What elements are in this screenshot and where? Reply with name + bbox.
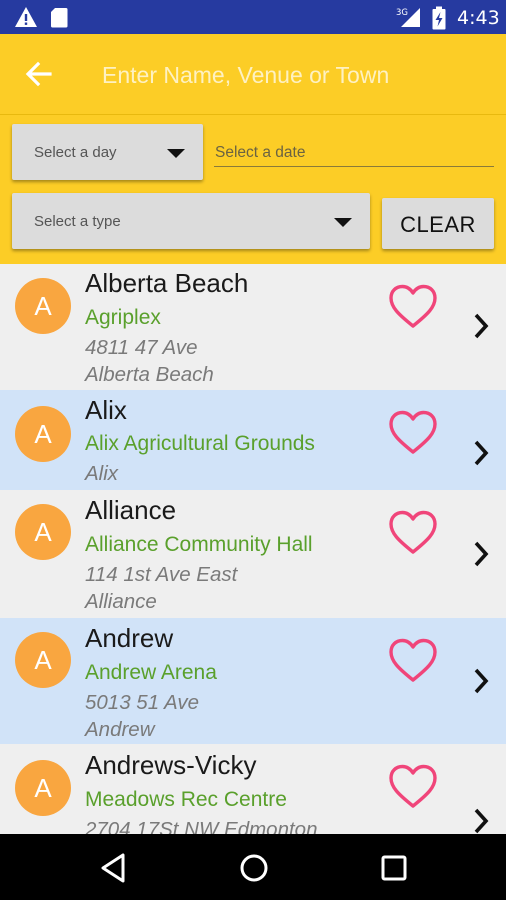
venue-name: Meadows Rec Centre (85, 788, 287, 811)
back-triangle-icon[interactable] (97, 851, 131, 885)
locality: Alberta Beach (85, 363, 214, 386)
venue-list: A Alberta Beach Agriplex 4811 47 Ave Alb… (0, 264, 506, 834)
clear-button-label: CLEAR (400, 212, 476, 237)
app-bar (0, 34, 506, 114)
chevron-right-icon[interactable] (470, 806, 492, 834)
chevron-right-icon[interactable] (470, 438, 492, 468)
cell-signal-icon: 3G (396, 8, 420, 27)
type-select-label: Select a type (34, 213, 121, 230)
dropdown-arrow-icon (167, 149, 185, 158)
town-name: Alliance (85, 495, 177, 525)
chevron-right-icon[interactable] (470, 666, 492, 696)
venue-name: Alliance Community Hall (85, 533, 313, 556)
date-field[interactable]: Select a date (214, 137, 494, 167)
favorite-heart-icon[interactable] (388, 638, 438, 684)
filter-panel: Select a day Select a date Select a type… (0, 114, 506, 264)
warning-icon (15, 7, 37, 27)
address: 4811 47 Ave (85, 336, 198, 359)
avatar: A (15, 406, 71, 462)
favorite-heart-icon[interactable] (388, 510, 438, 556)
search-input[interactable] (102, 56, 492, 94)
list-item[interactable]: A Alix Alix Agricultural Grounds Alix (0, 390, 506, 490)
network-type: 3G (396, 8, 408, 18)
avatar: A (15, 504, 71, 560)
locality: Alliance (85, 590, 157, 613)
date-field-placeholder: Select a date (215, 144, 306, 161)
list-item[interactable]: A Andrews-Vicky Meadows Rec Centre 2704 … (0, 744, 506, 834)
sd-card-icon (51, 8, 68, 28)
town-name: Andrew (85, 623, 174, 653)
list-item[interactable]: A Alberta Beach Agriplex 4811 47 Ave Alb… (0, 264, 506, 390)
day-select-label: Select a day (34, 144, 117, 161)
town-name: Alix (85, 395, 127, 425)
venue-name: Agriplex (85, 306, 161, 329)
chevron-right-icon[interactable] (470, 311, 492, 341)
day-select[interactable]: Select a day (12, 124, 203, 180)
venue-name: Alix Agricultural Grounds (85, 432, 315, 455)
list-item[interactable]: A Andrew Andrew Arena 5013 51 Ave Andrew (0, 618, 506, 744)
favorite-heart-icon[interactable] (388, 284, 438, 330)
venue-name: Andrew Arena (85, 661, 217, 684)
clock: 4:43 (457, 7, 500, 29)
type-select[interactable]: Select a type (12, 193, 370, 249)
back-button[interactable] (20, 56, 60, 92)
chevron-right-icon[interactable] (470, 539, 492, 569)
status-bar: 3G 4:43 (0, 0, 506, 34)
arrow-back-icon (25, 61, 52, 87)
address: 114 1st Ave East (85, 563, 238, 586)
recents-square-icon[interactable] (377, 851, 411, 885)
navigation-bar (0, 834, 506, 900)
address: Alix (85, 462, 119, 485)
battery-charging-icon (432, 6, 446, 30)
address: 5013 51 Ave (85, 691, 199, 714)
favorite-heart-icon[interactable] (388, 764, 438, 810)
list-item[interactable]: A Alliance Alliance Community Hall 114 1… (0, 490, 506, 618)
home-circle-icon[interactable] (237, 851, 271, 885)
locality: Andrew (85, 718, 155, 741)
address: 2704 17St NW Edmonton (85, 818, 318, 834)
avatar: A (15, 632, 71, 688)
dropdown-arrow-icon (334, 218, 352, 227)
avatar: A (15, 760, 71, 816)
avatar: A (15, 278, 71, 334)
favorite-heart-icon[interactable] (388, 410, 438, 456)
town-name: Andrews-Vicky (85, 750, 257, 780)
clear-button[interactable]: CLEAR (382, 198, 494, 249)
town-name: Alberta Beach (85, 268, 249, 298)
